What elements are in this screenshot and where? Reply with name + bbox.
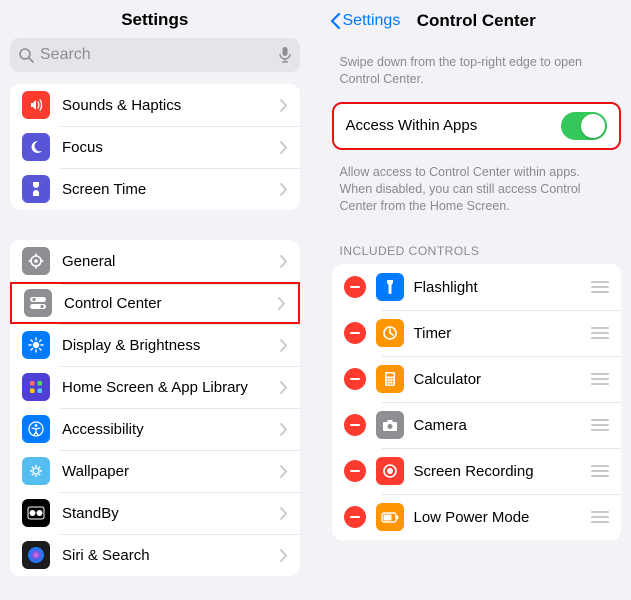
chevron-right-icon xyxy=(280,339,288,352)
control-label: Low Power Mode xyxy=(414,509,592,526)
remove-button[interactable] xyxy=(344,460,366,482)
included-controls-group: Flashlight Timer Calculator Camera xyxy=(332,264,622,540)
siri-icon xyxy=(22,541,50,569)
back-button[interactable]: Settings xyxy=(330,12,401,30)
control-row-screen-recording[interactable]: Screen Recording xyxy=(332,448,622,494)
chevron-right-icon xyxy=(280,465,288,478)
drag-handle-icon[interactable] xyxy=(591,465,609,477)
general-icon xyxy=(22,247,50,275)
row-label: Display & Brightness xyxy=(62,337,280,354)
access-help-text: Allow access to Control Center within ap… xyxy=(322,150,631,229)
search-container: Search xyxy=(0,38,310,82)
included-controls-title: INCLUDED CONTROLS xyxy=(322,228,631,264)
screen-recording-icon xyxy=(376,457,404,485)
row-label: Siri & Search xyxy=(62,547,280,564)
settings-row-wallpaper[interactable]: Wallpaper xyxy=(10,450,300,492)
settings-pane: Settings Search Sounds & Haptics Focus xyxy=(0,0,316,600)
settings-row-screen-time[interactable]: Screen Time xyxy=(10,168,300,210)
control-row-timer[interactable]: Timer xyxy=(332,310,622,356)
remove-button[interactable] xyxy=(344,506,366,528)
sounds-haptics-icon xyxy=(22,91,50,119)
row-label: Screen Time xyxy=(62,181,280,198)
display-brightness-icon xyxy=(22,331,50,359)
chevron-right-icon xyxy=(280,183,288,196)
remove-button[interactable] xyxy=(344,414,366,436)
settings-group-2: General Control Center Display & Brightn… xyxy=(10,240,300,576)
control-label: Screen Recording xyxy=(414,463,592,480)
control-label: Timer xyxy=(414,325,592,342)
row-label: Focus xyxy=(62,139,280,156)
standby-icon xyxy=(22,499,50,527)
timer-icon xyxy=(376,319,404,347)
settings-row-display-brightness[interactable]: Display & Brightness xyxy=(10,324,300,366)
control-label: Calculator xyxy=(414,371,592,388)
control-center-pane: Settings Control Center Swipe down from … xyxy=(316,0,631,600)
search-placeholder: Search xyxy=(36,46,274,64)
row-label: StandBy xyxy=(62,505,280,522)
drag-handle-icon[interactable] xyxy=(591,327,609,339)
row-label: Sounds & Haptics xyxy=(62,97,280,114)
home-screen-icon xyxy=(22,373,50,401)
access-within-apps-row[interactable]: Access Within Apps xyxy=(334,104,620,148)
control-label: Camera xyxy=(414,417,592,434)
remove-button[interactable] xyxy=(344,368,366,390)
drag-handle-icon[interactable] xyxy=(591,419,609,431)
control-row-calculator[interactable]: Calculator xyxy=(332,356,622,402)
intro-text: Swipe down from the top-right edge to op… xyxy=(322,40,631,102)
row-label: Accessibility xyxy=(62,421,280,438)
flashlight-icon xyxy=(376,273,404,301)
drag-handle-icon[interactable] xyxy=(591,373,609,385)
back-label: Settings xyxy=(343,12,401,30)
chevron-right-icon xyxy=(280,549,288,562)
access-within-apps-switch[interactable] xyxy=(561,112,607,140)
screen-time-icon xyxy=(22,175,50,203)
settings-row-standby[interactable]: StandBy xyxy=(10,492,300,534)
settings-row-home-screen[interactable]: Home Screen & App Library xyxy=(10,366,300,408)
chevron-right-icon xyxy=(280,99,288,112)
row-label: Wallpaper xyxy=(62,463,280,480)
low-power-mode-icon xyxy=(376,503,404,531)
settings-row-focus[interactable]: Focus xyxy=(10,126,300,168)
camera-icon xyxy=(376,411,404,439)
chevron-left-icon xyxy=(330,12,341,30)
control-row-flashlight[interactable]: Flashlight xyxy=(332,264,622,310)
access-within-apps-group: Access Within Apps xyxy=(332,102,622,150)
settings-group-1: Sounds & Haptics Focus Screen Time xyxy=(10,84,300,210)
settings-row-sounds-haptics[interactable]: Sounds & Haptics xyxy=(10,84,300,126)
toggle-label: Access Within Apps xyxy=(346,117,562,134)
wallpaper-icon xyxy=(22,457,50,485)
page-title: Settings xyxy=(0,0,310,38)
settings-row-siri-search[interactable]: Siri & Search xyxy=(10,534,300,576)
control-row-camera[interactable]: Camera xyxy=(332,402,622,448)
row-label: Control Center xyxy=(64,295,278,312)
mic-icon[interactable] xyxy=(274,46,292,64)
drag-handle-icon[interactable] xyxy=(591,281,609,293)
remove-button[interactable] xyxy=(344,322,366,344)
chevron-right-icon xyxy=(280,381,288,394)
chevron-right-icon xyxy=(280,507,288,520)
drag-handle-icon[interactable] xyxy=(591,511,609,523)
accessibility-icon xyxy=(22,415,50,443)
chevron-right-icon xyxy=(280,423,288,436)
search-input[interactable]: Search xyxy=(10,38,300,72)
search-icon xyxy=(18,47,36,63)
control-center-icon xyxy=(24,289,52,317)
settings-row-control-center[interactable]: Control Center xyxy=(10,282,300,324)
row-label: General xyxy=(62,253,280,270)
calculator-icon xyxy=(376,365,404,393)
settings-row-general[interactable]: General xyxy=(10,240,300,282)
chevron-right-icon xyxy=(278,297,286,310)
chevron-right-icon xyxy=(280,141,288,154)
control-label: Flashlight xyxy=(414,279,592,296)
header: Settings Control Center xyxy=(322,0,631,40)
focus-icon xyxy=(22,133,50,161)
row-label: Home Screen & App Library xyxy=(62,379,280,396)
control-row-low-power-mode[interactable]: Low Power Mode xyxy=(332,494,622,540)
remove-button[interactable] xyxy=(344,276,366,298)
settings-row-accessibility[interactable]: Accessibility xyxy=(10,408,300,450)
chevron-right-icon xyxy=(280,255,288,268)
